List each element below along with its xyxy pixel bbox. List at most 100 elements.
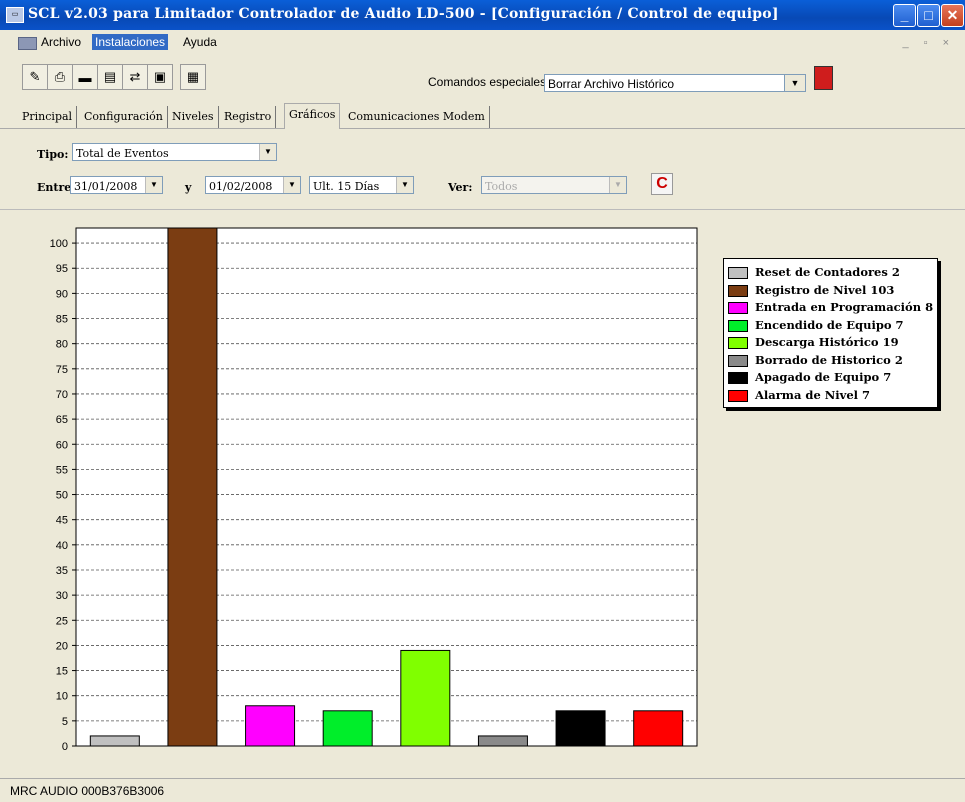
- mdi-window-controls[interactable]: _ ▫ ×: [902, 37, 955, 49]
- y-tick-label: 10: [56, 691, 68, 703]
- ver-label: Ver:: [448, 181, 473, 194]
- bar-8: [633, 710, 684, 747]
- legend-swatch: [728, 354, 748, 367]
- tab-bar: Principal Configuración Niveles Registro Grá…: [0, 102, 965, 129]
- bar-1: [89, 735, 140, 747]
- exit-door-icon[interactable]: [814, 66, 833, 90]
- bar-7: [555, 710, 606, 747]
- tipo-value: Total de Eventos: [76, 147, 169, 160]
- legend-item: Descarga Histórico 19: [728, 334, 899, 351]
- tab-comunicaciones-modem[interactable]: Comunicaciones Modem: [344, 106, 490, 128]
- legend-label: Registro de Nivel 103: [755, 282, 895, 297]
- y-tick-label: 80: [56, 339, 68, 351]
- divider: [0, 209, 965, 210]
- minimize-button[interactable]: _: [893, 4, 916, 27]
- ver-value: Todos: [485, 180, 518, 193]
- bar-3: [245, 705, 296, 747]
- chevron-down-icon[interactable]: ▼: [145, 177, 162, 193]
- tab-gr-ficos[interactable]: Gráficos: [284, 103, 341, 129]
- date-to-value: 01/02/2008: [209, 180, 273, 193]
- report-tool-icon[interactable]: ▦: [180, 64, 206, 90]
- print-tool-icon[interactable]: ⎙: [47, 64, 73, 90]
- tab-registro[interactable]: Registro: [220, 106, 277, 128]
- tipo-select[interactable]: Total de Eventos ▼: [72, 143, 277, 161]
- y-tick-label: 70: [56, 389, 68, 401]
- range-select[interactable]: Ult. 15 Días ▼: [309, 176, 414, 194]
- chevron-down-icon[interactable]: ▼: [259, 144, 276, 160]
- legend-item: Encendido de Equipo 7: [728, 317, 904, 334]
- bar-6: [477, 735, 528, 747]
- y-tick-label: 20: [56, 640, 68, 652]
- legend-item: Entrada en Programación 8: [728, 299, 933, 316]
- tab-configuraci-n[interactable]: Configuración: [80, 106, 168, 128]
- legend-item: Apagado de Equipo 7: [728, 369, 891, 386]
- legend-swatch: [728, 267, 748, 279]
- chart-legend: Reset de Contadores 2 Registro de Nivel 1…: [723, 258, 938, 408]
- commands-value: Borrar Archivo Histórico: [548, 77, 675, 91]
- y-tick-label: 35: [56, 565, 68, 577]
- legend-label: Descarga Histórico 19: [755, 335, 899, 349]
- chevron-down-icon[interactable]: ▼: [609, 177, 626, 193]
- y-tick-label: 30: [56, 590, 68, 602]
- tab-niveles[interactable]: Niveles: [168, 106, 219, 128]
- date-from-select[interactable]: 31/01/2008 ▼: [70, 176, 163, 194]
- bar-5: [400, 649, 451, 747]
- modem-tool-icon[interactable]: ⇄: [122, 64, 148, 90]
- date-to-select[interactable]: 01/02/2008 ▼: [205, 176, 301, 194]
- app-icon: ▭: [6, 7, 24, 23]
- status-bar: MRC AUDIO 000B376B3006: [0, 778, 965, 802]
- legend-item: Borrado de Historico 2: [728, 352, 903, 369]
- legend-label: Reset de Contadores 2: [755, 265, 900, 279]
- legend-swatch: [728, 389, 748, 402]
- legend-label: Borrado de Historico 2: [755, 352, 903, 367]
- legend-label: Encendido de Equipo 7: [755, 317, 904, 332]
- tab-principal[interactable]: Principal: [18, 106, 78, 128]
- legend-swatch: [728, 319, 748, 332]
- y-tick-label: 45: [56, 515, 68, 527]
- y-tick-label: 75: [56, 364, 68, 376]
- menu-archivo[interactable]: Archivo: [38, 34, 84, 50]
- y-tick-label: 60: [56, 439, 68, 451]
- legend-swatch: [728, 302, 748, 314]
- legend-swatch: [728, 372, 748, 384]
- y-tick-label: 85: [56, 314, 68, 326]
- close-button[interactable]: ✕: [941, 4, 964, 27]
- y-tick-label: 55: [56, 464, 68, 476]
- ver-select[interactable]: Todos ▼: [481, 176, 627, 194]
- y-tick-label: 15: [56, 666, 68, 678]
- legend-label: Apagado de Equipo 7: [755, 370, 892, 384]
- y-tick-label: 65: [56, 414, 68, 426]
- on-tool-icon[interactable]: ▬: [72, 64, 98, 90]
- legend-label: Alarma de Nivel 7: [755, 387, 871, 402]
- refresh-icon[interactable]: C: [651, 173, 673, 195]
- status-text: MRC AUDIO 000B376B3006: [10, 784, 165, 798]
- y-tick-label: 5: [62, 716, 68, 728]
- menu-bar: Archivo Instalaciones Ayuda _ ▫ ×: [0, 31, 965, 53]
- commands-select[interactable]: Borrar Archivo Histórico: [544, 74, 806, 92]
- y-tick-label: 95: [56, 263, 68, 275]
- title-bar[interactable]: ▭ SCL v2.03 para Limitador Controlador d…: [0, 0, 965, 30]
- mdi-window-icon[interactable]: [18, 37, 37, 50]
- y-tick-label: 0: [62, 741, 68, 753]
- bar-4: [322, 710, 373, 747]
- legend-item: Alarma de Nivel 7: [728, 387, 870, 404]
- legend-swatch: [728, 284, 748, 297]
- menu-instalaciones[interactable]: Instalaciones: [92, 34, 169, 50]
- chevron-down-icon[interactable]: ▼: [396, 177, 413, 193]
- send-tool-icon[interactable]: ▤: [97, 64, 123, 90]
- legend-swatch: [728, 337, 748, 349]
- legend-item: Registro de Nivel 103: [728, 282, 894, 299]
- events-bar-chart: 0 5 10 15 20 25 30 35 40 45 50 55 60 65 70 75 80 85 90 95 10…: [50, 227, 698, 753]
- commands-label: Comandos especiales:: [428, 75, 550, 89]
- open-tool-icon[interactable]: ✎: [22, 64, 48, 90]
- chevron-down-icon[interactable]: ▼: [784, 74, 806, 92]
- chevron-down-icon[interactable]: ▼: [283, 177, 300, 193]
- y-tick-label: 40: [56, 540, 68, 552]
- legend-label: Entrada en Programación 8: [755, 300, 934, 314]
- save-tool-icon[interactable]: ▣: [147, 64, 173, 90]
- menu-ayuda[interactable]: Ayuda: [180, 34, 220, 50]
- maximize-button[interactable]: □: [917, 4, 940, 27]
- tipo-label: Tipo:: [37, 148, 69, 161]
- y-tick-label: 25: [56, 615, 68, 627]
- y-tick-label: 100: [50, 238, 68, 250]
